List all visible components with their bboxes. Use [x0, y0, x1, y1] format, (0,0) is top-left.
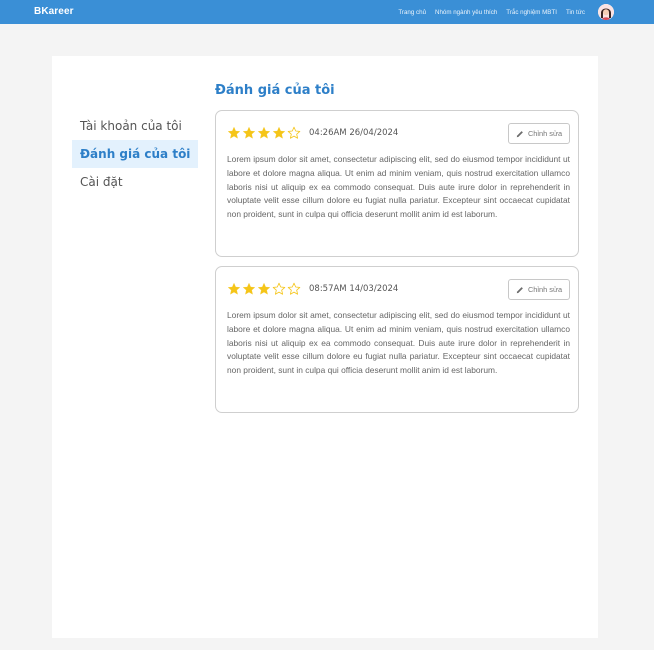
pencil-icon [516, 286, 523, 293]
star-filled-icon [258, 283, 270, 295]
sidebar-item-settings[interactable]: Cài đặt [72, 168, 198, 196]
star-rating [227, 126, 301, 140]
edit-button-label: Chỉnh sửa [527, 285, 563, 294]
nav-link-news[interactable]: Tin tức [566, 9, 585, 16]
star-filled-icon [243, 127, 255, 139]
main-nav: Trang chủ Nhóm ngành yêu thích Trắc nghi… [398, 0, 614, 24]
star-filled-icon [243, 283, 255, 295]
sidebar-item-my-reviews[interactable]: Đánh giá của tôi [72, 140, 198, 168]
brand-logo[interactable]: BKareer [34, 6, 74, 17]
star-empty-icon [272, 282, 286, 295]
sidebar-item-account[interactable]: Tài khoản của tôi [72, 112, 198, 140]
nav-link-mbti-test[interactable]: Trắc nghiệm MBTI [506, 9, 557, 16]
top-navbar: BKareer Trang chủ Nhóm ngành yêu thích T… [0, 0, 654, 24]
nav-link-favorite-majors[interactable]: Nhóm ngành yêu thích [435, 9, 497, 16]
star-filled-icon [228, 127, 240, 139]
star-rating [227, 282, 301, 296]
review-card: 08:57AM 14/03/2024 Chỉnh sửa Lorem ipsum… [215, 266, 579, 413]
edit-review-button[interactable]: Chỉnh sửa [508, 279, 570, 300]
edit-button-label: Chỉnh sửa [527, 129, 563, 138]
edit-review-button[interactable]: Chỉnh sửa [508, 123, 570, 144]
star-filled-icon [228, 283, 240, 295]
nav-link-home[interactable]: Trang chủ [398, 9, 426, 16]
star-empty-icon [287, 126, 301, 139]
pencil-icon [516, 130, 523, 137]
review-date: 08:57AM 14/03/2024 [309, 284, 399, 294]
review-text: Lorem ipsum dolor sit amet, consectetur … [227, 154, 570, 220]
review-header: 04:26AM 26/04/2024 [227, 125, 398, 141]
review-text: Lorem ipsum dolor sit amet, consectetur … [227, 310, 570, 376]
review-date: 04:26AM 26/04/2024 [309, 128, 399, 138]
star-filled-icon [258, 127, 270, 139]
review-card: 04:26AM 26/04/2024 Chỉnh sửa Lorem ipsum… [215, 110, 579, 257]
page-title: Đánh giá của tôi [215, 83, 335, 98]
user-avatar-icon[interactable] [598, 4, 614, 20]
account-sidebar: Tài khoản của tôi Đánh giá của tôi Cài đ… [72, 112, 198, 196]
review-header: 08:57AM 14/03/2024 [227, 281, 398, 297]
star-filled-icon [273, 127, 285, 139]
content-card: Tài khoản của tôi Đánh giá của tôi Cài đ… [52, 56, 598, 638]
star-empty-icon [287, 282, 301, 295]
